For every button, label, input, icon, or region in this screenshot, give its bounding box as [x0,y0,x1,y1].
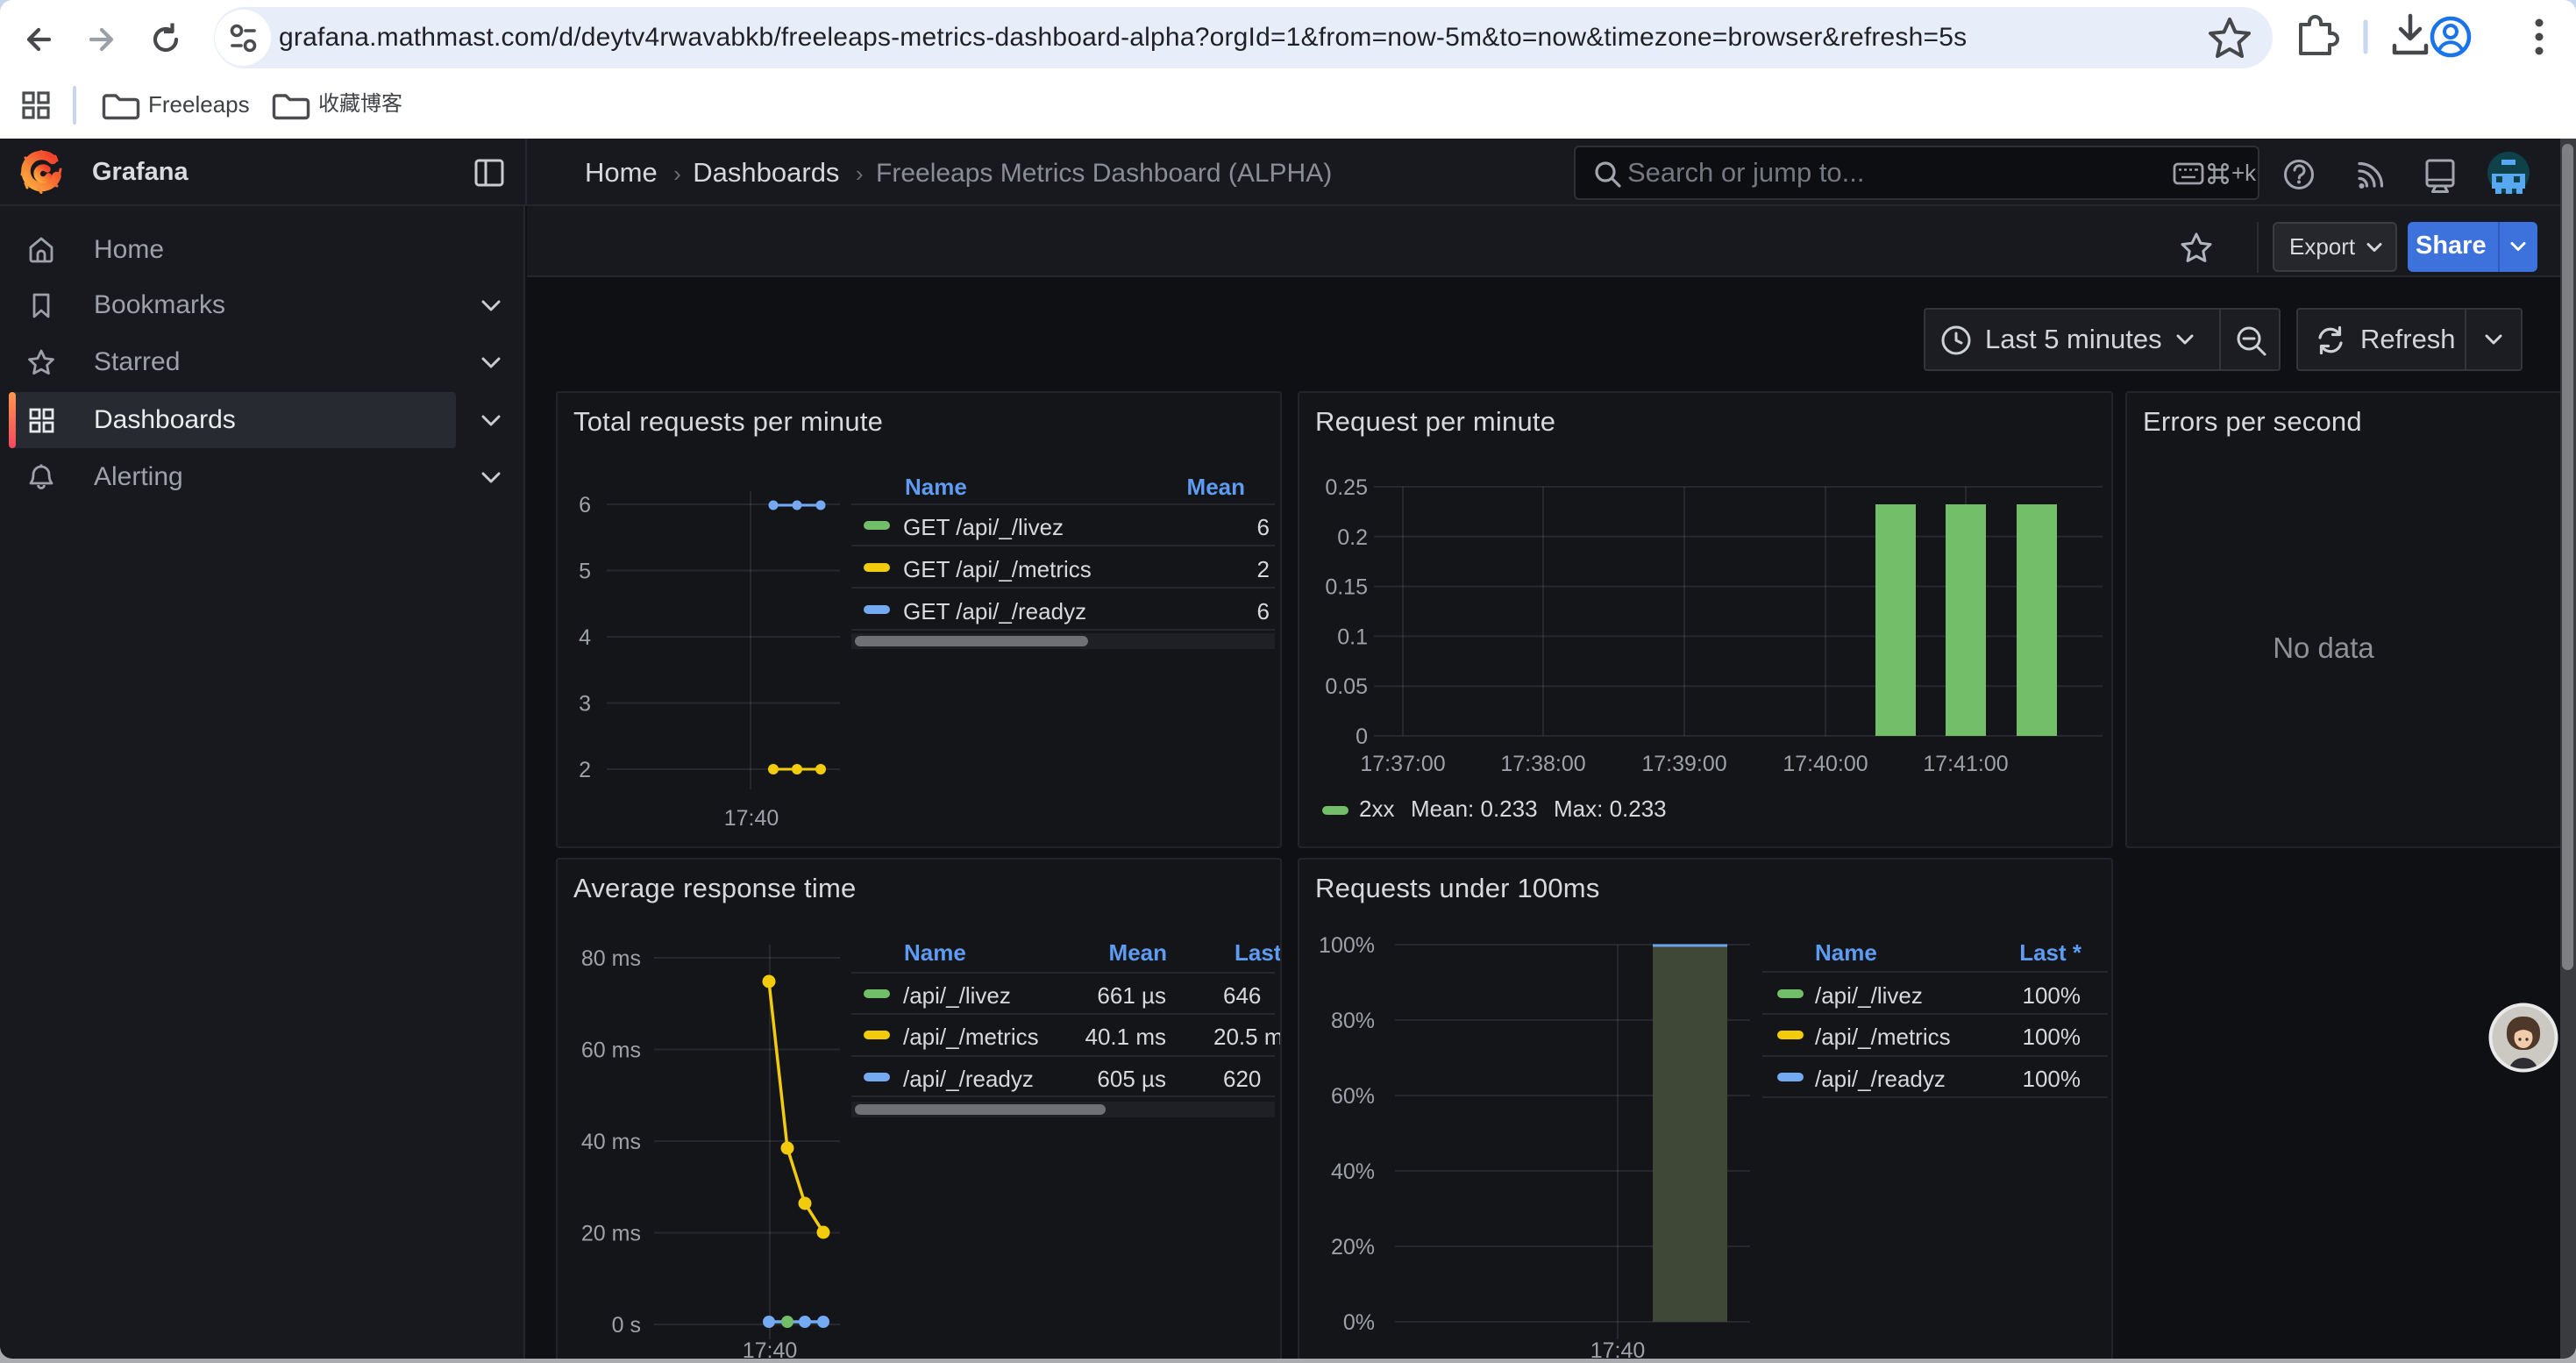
svg-text:605 µs: 605 µs [1097,1066,1166,1092]
svg-text:2xx: 2xx [1359,796,1394,822]
svg-text:/api/_/livez: /api/_/livez [903,982,1011,1009]
svg-text:100%: 100% [2023,1066,2081,1092]
svg-text:2: 2 [579,758,591,782]
svg-text:6: 6 [1257,598,1270,624]
svg-text:60 ms: 60 ms [581,1038,641,1063]
svg-text:0.25: 0.25 [1325,475,1368,500]
svg-text:/api/_/livez: /api/_/livez [1815,982,1923,1009]
svg-text:Name: Name [1815,939,1877,966]
svg-text:0%: 0% [1343,1310,1375,1335]
svg-text:Last *: Last * [2019,939,2082,966]
svg-text:80%: 80% [1331,1009,1375,1033]
svg-text:17:38:00: 17:38:00 [1500,752,1585,776]
svg-text:4: 4 [579,625,591,650]
svg-text:0.2: 0.2 [1337,525,1368,550]
svg-text:GET /api/_/metrics: GET /api/_/metrics [903,556,1092,582]
svg-text:0.1: 0.1 [1337,624,1368,649]
svg-text:0.15: 0.15 [1325,575,1368,600]
svg-text:5: 5 [579,560,591,584]
svg-text:0 s: 0 s [612,1313,641,1338]
svg-text:100%: 100% [1319,933,1375,958]
svg-text:40.1 ms: 40.1 ms [1085,1024,1167,1050]
svg-text:GET /api/_/livez: GET /api/_/livez [903,514,1064,540]
svg-text:620: 620 [1223,1066,1261,1092]
svg-text:661 µs: 661 µs [1097,982,1166,1009]
svg-text:100%: 100% [2023,1024,2081,1050]
svg-text:40%: 40% [1331,1160,1375,1184]
svg-text:6: 6 [579,493,591,517]
svg-text:60%: 60% [1331,1084,1375,1109]
svg-text:6: 6 [1257,514,1270,540]
svg-text:100%: 100% [2023,982,2081,1009]
svg-text:20%: 20% [1331,1235,1375,1260]
svg-text:17:40: 17:40 [724,806,779,831]
svg-text:/api/_/readyz: /api/_/readyz [1815,1066,1946,1092]
svg-text:Mean: Mean [1187,474,1245,500]
svg-text:20.5 m: 20.5 m [1213,1024,1280,1050]
svg-text:17:40:00: 17:40:00 [1783,752,1868,776]
svg-text:Mean: 0.233: Mean: 0.233 [1411,796,1538,822]
svg-text:0.05: 0.05 [1325,674,1368,699]
svg-text:Mean: Mean [1109,939,1167,966]
svg-text:20 ms: 20 ms [581,1222,641,1246]
svg-text:Name: Name [904,939,966,966]
svg-text:Last *: Last * [1235,939,1280,966]
svg-text:Name: Name [905,474,967,500]
svg-text:GET /api/_/readyz: GET /api/_/readyz [903,598,1086,624]
svg-text:17:39:00: 17:39:00 [1641,752,1726,776]
svg-text:17:37:00: 17:37:00 [1360,752,1445,776]
svg-text:80 ms: 80 ms [581,946,641,971]
svg-text:2: 2 [1257,556,1270,582]
svg-text:/api/_/readyz: /api/_/readyz [903,1066,1034,1092]
svg-text:17:41:00: 17:41:00 [1923,752,2008,776]
svg-text:/api/_/metrics: /api/_/metrics [903,1024,1039,1050]
svg-text:646: 646 [1223,982,1261,1009]
svg-text:0: 0 [1356,724,1368,749]
svg-text:3: 3 [579,692,591,717]
svg-text:Max: 0.233: Max: 0.233 [1554,796,1667,822]
svg-text:/api/_/metrics: /api/_/metrics [1815,1024,1951,1050]
svg-text:40 ms: 40 ms [581,1130,641,1154]
